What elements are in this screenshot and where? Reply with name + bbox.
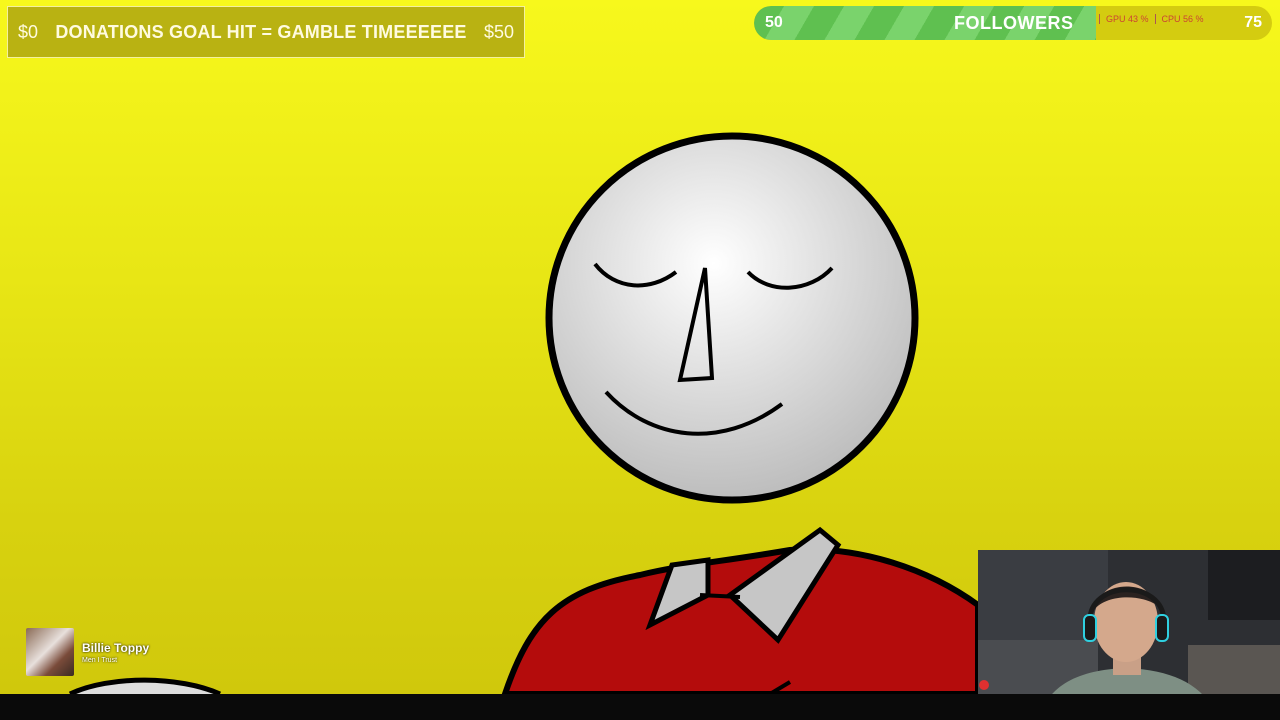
donation-start-amount: $0: [18, 21, 39, 42]
followers-end-count: 75: [1244, 14, 1262, 31]
cpu-stat: CPU 56 %: [1154, 14, 1204, 24]
followers-goal-bar: 50 FOLLOWERS GPU 43 % CPU 56 % 75: [754, 6, 1272, 40]
followers-label: FOLLOWERS: [954, 13, 1074, 33]
donation-goal-title: DONATIONS GOAL HIT = GAMBLE TIMEEEEEE: [55, 21, 467, 42]
shirt: [501, 526, 981, 694]
donation-end-amount: $50: [483, 21, 514, 42]
followers-start-count: 50: [765, 14, 783, 31]
song-title: Billie Toppy: [82, 640, 150, 655]
donation-goal-bar: $0 DONATIONS GOAL HIT = GAMBLE TIMEEEEEE…: [7, 6, 525, 58]
gpu-stat: GPU 43 %: [1099, 14, 1149, 24]
now-playing-widget: Billie Toppy Men I Trust: [26, 628, 149, 676]
bottom-strip: [0, 694, 1280, 720]
song-artist: Men I Trust: [82, 656, 118, 664]
performance-stats: GPU 43 % CPU 56 %: [1099, 14, 1204, 24]
head: [545, 132, 919, 504]
album-art: [26, 628, 74, 676]
